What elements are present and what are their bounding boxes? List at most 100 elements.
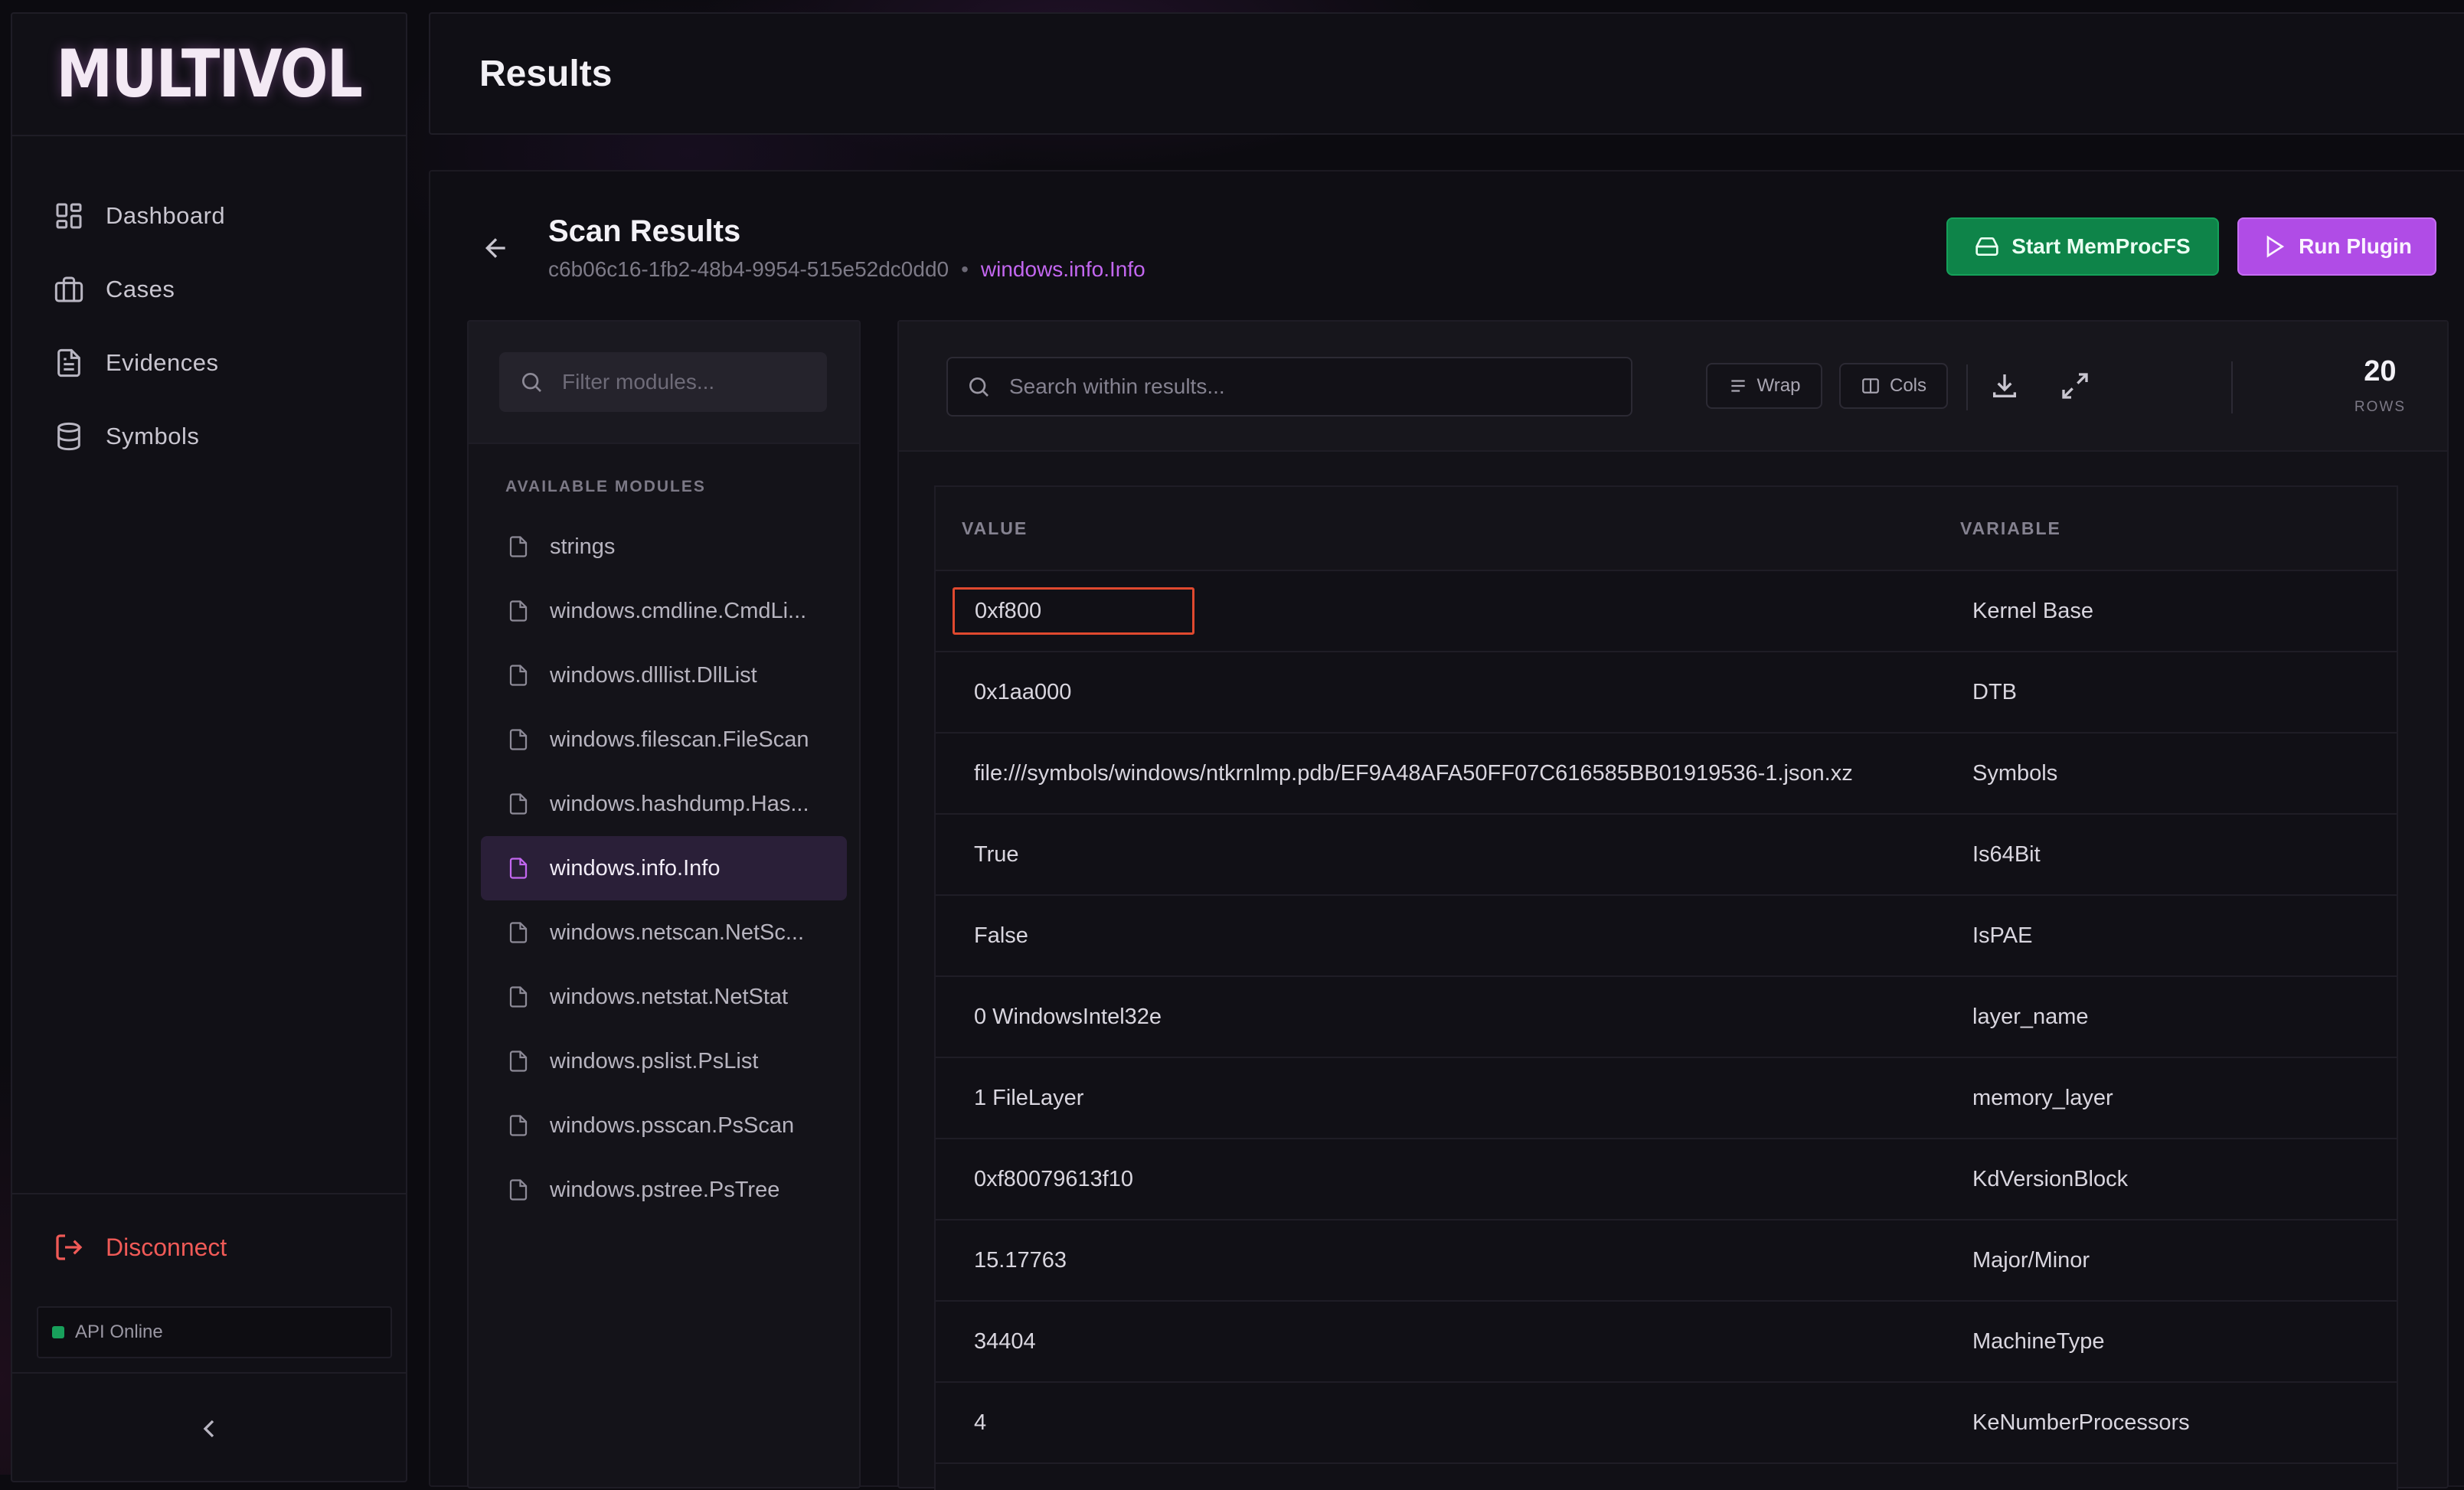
- cols-button[interactable]: Cols: [1839, 363, 1948, 409]
- table-row[interactable]: 15.17763 Major/Minor: [936, 1220, 2397, 1302]
- value-text: False: [974, 923, 1028, 948]
- value-text: 0x1aa000: [974, 679, 1072, 704]
- value-text: 34404: [974, 1328, 1036, 1354]
- variable-cell[interactable]: layer_name: [1972, 1005, 2089, 1030]
- search-icon: [969, 377, 989, 397]
- module-label: windows.pslist.PsList: [550, 1048, 759, 1073]
- table-row[interactable]: True Is64Bit: [936, 815, 2397, 896]
- module-item[interactable]: windows.pslist.PsList: [481, 1029, 847, 1093]
- variable-cell[interactable]: IsPAE: [1972, 923, 2032, 949]
- logout-icon: [56, 1234, 83, 1260]
- table-row[interactable]: False IsPAE: [936, 896, 2397, 977]
- value-cell[interactable]: 0xf80079613f10: [936, 1167, 1972, 1192]
- value-cell[interactable]: False: [936, 923, 1972, 949]
- module-item[interactable]: strings: [481, 515, 847, 579]
- hard-drive-icon: [1975, 237, 1998, 256]
- toolbar-divider: [1966, 364, 1968, 410]
- module-item[interactable]: windows.cmdline.CmdLi...: [481, 579, 847, 643]
- start-memprocfs-button[interactable]: Start MemProcFS: [1946, 217, 2219, 276]
- sidebar-item-dashboard[interactable]: Dashboard: [12, 179, 406, 253]
- main-panel: Scan Results c6b06c16-1fb2-48b4-9954-515…: [429, 170, 2464, 1490]
- filter-modules-input[interactable]: Filter modules...: [499, 352, 827, 412]
- module-item[interactable]: windows.pstree.PsTree: [481, 1158, 847, 1222]
- value-cell[interactable]: 1 FileLayer: [936, 1086, 1972, 1111]
- run-plugin-button[interactable]: Run Plugin: [2237, 217, 2436, 276]
- module-list: strings windows.cmdline.CmdLi... windows.d…: [469, 515, 859, 1222]
- variable-cell[interactable]: DTB: [1972, 680, 2017, 705]
- variable-cell[interactable]: KdVersionBlock: [1972, 1167, 2128, 1192]
- toolbar-divider: [2231, 361, 2233, 413]
- value-cell[interactable]: 4: [936, 1410, 1972, 1436]
- variable-text: Symbols: [1972, 760, 2058, 786]
- column-header-value[interactable]: VALUE: [936, 518, 1960, 539]
- table-row[interactable]: 0 WindowsIntel32e layer_name: [936, 977, 2397, 1058]
- table-row[interactable]: 34404 MachineType: [936, 1302, 2397, 1383]
- table-row[interactable]: 0x1aa000 DTB: [936, 652, 2397, 734]
- module-item[interactable]: windows.netscan.NetSc...: [481, 900, 847, 965]
- value-cell[interactable]: 34404: [936, 1329, 1972, 1354]
- module-item[interactable]: windows.dlllist.DllList: [481, 643, 847, 707]
- briefcase-icon: [54, 276, 83, 302]
- sidebar-nav: Dashboard Cases Evidences Symbols: [12, 136, 406, 473]
- value-text: 0xf80079613f10: [974, 1166, 1134, 1191]
- variable-cell[interactable]: MachineType: [1972, 1329, 2105, 1354]
- value-cell[interactable]: 0x1aa000: [936, 680, 1972, 705]
- value-text: file:///symbols/windows/ntkrnlmp.pdb/EF9…: [974, 760, 1853, 786]
- module-label: windows.psscan.PsScan: [550, 1113, 795, 1138]
- variable-cell[interactable]: Major/Minor: [1972, 1248, 2090, 1273]
- back-arrow-icon[interactable]: [481, 233, 511, 263]
- module-label: windows.netstat.NetStat: [550, 984, 789, 1009]
- module-label: windows.netscan.NetSc...: [550, 920, 805, 945]
- variable-text: Major/Minor: [1972, 1247, 2090, 1273]
- value-cell[interactable]: True: [936, 842, 1972, 868]
- status-dot-icon: [52, 1326, 64, 1338]
- table-row[interactable]: 0xf80079613f10 KdVersionBlock: [936, 1139, 2397, 1220]
- column-header-variable[interactable]: VARIABLE: [1960, 518, 2061, 539]
- collapse-area: [12, 1372, 406, 1484]
- table-row[interactable]: file:///symbols/windows/ntkrnlmp.pdb/EF9…: [936, 734, 2397, 815]
- disconnect-area: Disconnect: [12, 1193, 406, 1300]
- app-logo[interactable]: MULTIVOL: [57, 36, 363, 113]
- module-item[interactable]: windows.info.Info: [481, 836, 847, 900]
- sidebar-item-evidences[interactable]: Evidences: [12, 326, 406, 400]
- value-cell[interactable]: 0 WindowsIntel32e: [936, 1005, 1972, 1030]
- chevron-left-icon[interactable]: [194, 1413, 224, 1444]
- selected-cell[interactable]: 0xf800: [953, 587, 1194, 635]
- module-item[interactable]: windows.netstat.NetStat: [481, 965, 847, 1029]
- variable-text: Is64Bit: [1972, 841, 2041, 867]
- table-row[interactable]: 4 KeNumberProcessors: [936, 1383, 2397, 1464]
- columns-icon: [1862, 378, 1879, 394]
- module-item[interactable]: windows.hashdump.Has...: [481, 772, 847, 836]
- table-row[interactable]: 0xf800 Kernel Base: [936, 571, 2397, 652]
- search-results-input[interactable]: Search within results...: [946, 357, 1632, 417]
- table-row[interactable]: 1 FileLayer memory_layer: [936, 1058, 2397, 1139]
- sidebar-item-symbols[interactable]: Symbols: [12, 400, 406, 473]
- variable-cell[interactable]: Symbols: [1972, 761, 2057, 786]
- value-cell[interactable]: 15.17763: [936, 1248, 1972, 1273]
- play-icon: [2266, 235, 2285, 258]
- file-icon: [509, 986, 528, 1008]
- download-icon[interactable]: [1989, 371, 2020, 401]
- cols-label: Cols: [1889, 375, 1926, 396]
- file-icon: [509, 858, 528, 879]
- results-table: VALUE VARIABLE 0xf800 Kernel Base 0x1aa000…: [934, 485, 2398, 1490]
- variable-cell[interactable]: Kernel Base: [1972, 599, 2093, 624]
- search-placeholder: Search within results...: [1009, 374, 1225, 398]
- results-panel: Search within results... Wrap Cols 20 RO…: [897, 320, 2449, 1490]
- file-icon: [509, 665, 528, 686]
- value-cell[interactable]: 0xf800: [936, 587, 1972, 635]
- variable-cell[interactable]: Is64Bit: [1972, 842, 2041, 868]
- value-text: 1 FileLayer: [974, 1085, 1084, 1110]
- variable-cell[interactable]: KeNumberProcessors: [1972, 1410, 2190, 1436]
- sidebar: MULTIVOL Dashboard Cases Evidences Symbo…: [11, 12, 407, 1482]
- module-item[interactable]: windows.filescan.FileScan: [481, 707, 847, 772]
- expand-icon[interactable]: [2060, 371, 2090, 401]
- module-item[interactable]: windows.psscan.PsScan: [481, 1093, 847, 1158]
- sidebar-item-cases[interactable]: Cases: [12, 253, 406, 326]
- wrap-button[interactable]: Wrap: [1706, 363, 1822, 409]
- value-cell[interactable]: file:///symbols/windows/ntkrnlmp.pdb/EF9…: [936, 761, 1972, 786]
- sidebar-item-label: Symbols: [106, 423, 200, 449]
- available-modules-label: AVAILABLE MODULES: [505, 478, 706, 495]
- disconnect-button[interactable]: Disconnect: [54, 1232, 227, 1263]
- variable-cell[interactable]: memory_layer: [1972, 1086, 2113, 1111]
